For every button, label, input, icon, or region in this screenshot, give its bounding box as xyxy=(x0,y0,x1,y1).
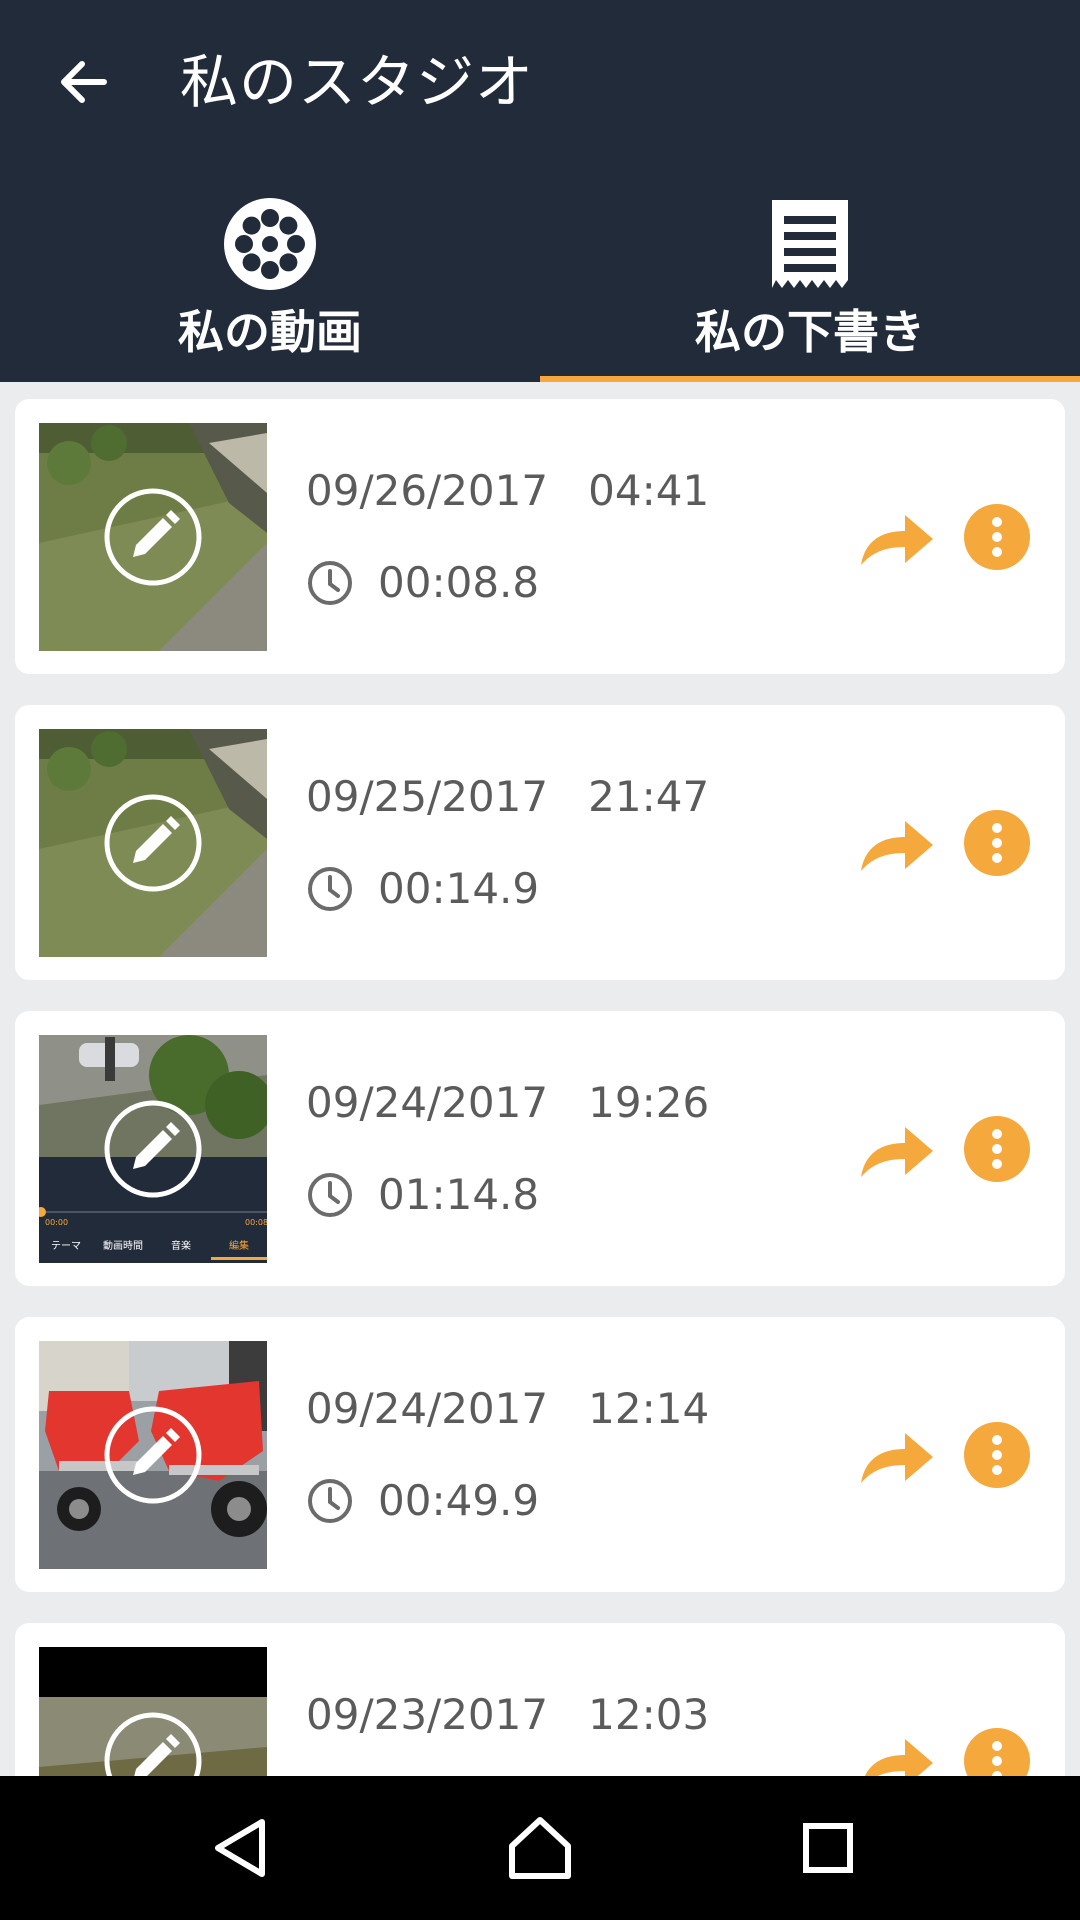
draft-card[interactable]: 09/26/2017 04:41 00:08.8 xyxy=(15,399,1065,674)
draft-thumbnail[interactable]: 00:00 00:08 テーマ 動画時間 音楽 編集 xyxy=(39,1035,267,1263)
draft-document-icon xyxy=(772,200,848,288)
draft-card[interactable]: 00:00 00:08 テーマ 動画時間 音楽 編集 09/24/2017 19… xyxy=(15,1011,1065,1286)
more-vertical-icon[interactable] xyxy=(963,1727,1031,1776)
draft-date: 09/25/2017 21:47 xyxy=(306,772,710,821)
draft-date: 09/24/2017 19:26 xyxy=(306,1078,710,1127)
clock-icon xyxy=(308,867,352,911)
share-arrow-icon[interactable] xyxy=(857,1727,937,1776)
draft-duration: 00:14.9 xyxy=(378,864,540,913)
draft-date: 09/23/2017 12:03 xyxy=(306,1690,710,1739)
pencil-icon xyxy=(104,794,202,892)
editor-tab: 動画時間 xyxy=(103,1239,143,1252)
app-bar: 私のスタジオ 私の動画 私の下書き xyxy=(0,0,1080,382)
more-vertical-icon[interactable] xyxy=(963,809,1031,877)
draft-date: 09/26/2017 04:41 xyxy=(306,466,710,515)
draft-duration: 00:49.9 xyxy=(378,1476,540,1525)
share-arrow-icon[interactable] xyxy=(857,809,937,881)
system-navigation-bar xyxy=(0,1776,1080,1920)
editor-tab: 音楽 xyxy=(171,1239,191,1252)
clock-icon xyxy=(308,1173,352,1217)
pencil-icon xyxy=(104,1406,202,1504)
share-arrow-icon[interactable] xyxy=(857,503,937,575)
draft-thumbnail[interactable] xyxy=(39,1647,267,1776)
film-reel-icon xyxy=(224,198,316,290)
clock-icon xyxy=(308,561,352,605)
draft-duration: 00:08.8 xyxy=(378,558,540,607)
more-vertical-icon[interactable] xyxy=(963,503,1031,571)
tab-my-videos[interactable]: 私の動画 xyxy=(0,180,540,382)
draft-thumbnail[interactable] xyxy=(39,1341,267,1569)
tab-my-drafts[interactable]: 私の下書き xyxy=(540,180,1080,382)
pencil-icon xyxy=(104,488,202,586)
editor-tab: 編集 xyxy=(229,1239,249,1252)
draft-list[interactable]: 09/26/2017 04:41 00:08.8 09/25/2017 21:4… xyxy=(0,382,1080,1776)
share-arrow-icon[interactable] xyxy=(857,1421,937,1493)
clock-icon xyxy=(308,1479,352,1523)
draft-card[interactable]: 09/23/2017 12:03 xyxy=(15,1623,1065,1776)
recents-square-icon[interactable] xyxy=(792,1812,864,1884)
more-vertical-icon[interactable] xyxy=(963,1421,1031,1489)
draft-date: 09/24/2017 12:14 xyxy=(306,1384,710,1433)
draft-thumbnail[interactable] xyxy=(39,423,267,651)
back-button[interactable] xyxy=(52,50,116,114)
draft-card[interactable]: 09/24/2017 12:14 00:49.9 xyxy=(15,1317,1065,1592)
tab-label: 私の下書き xyxy=(695,305,925,359)
pencil-icon xyxy=(104,1712,202,1776)
editor-time-end: 00:08 xyxy=(245,1218,267,1227)
draft-card[interactable]: 09/25/2017 21:47 00:14.9 xyxy=(15,705,1065,980)
more-vertical-icon[interactable] xyxy=(963,1115,1031,1183)
home-icon[interactable] xyxy=(504,1812,576,1884)
draft-thumbnail[interactable] xyxy=(39,729,267,957)
editor-tab: テーマ xyxy=(51,1241,81,1252)
tab-label: 私の動画 xyxy=(178,305,362,359)
editor-time-start: 00:00 xyxy=(45,1218,68,1227)
page-title: 私のスタジオ xyxy=(180,48,535,116)
arrow-left-icon xyxy=(61,61,107,103)
pencil-icon xyxy=(104,1100,202,1198)
share-arrow-icon[interactable] xyxy=(857,1115,937,1187)
draft-duration: 01:14.8 xyxy=(378,1170,540,1219)
back-triangle-icon[interactable] xyxy=(204,1812,276,1884)
